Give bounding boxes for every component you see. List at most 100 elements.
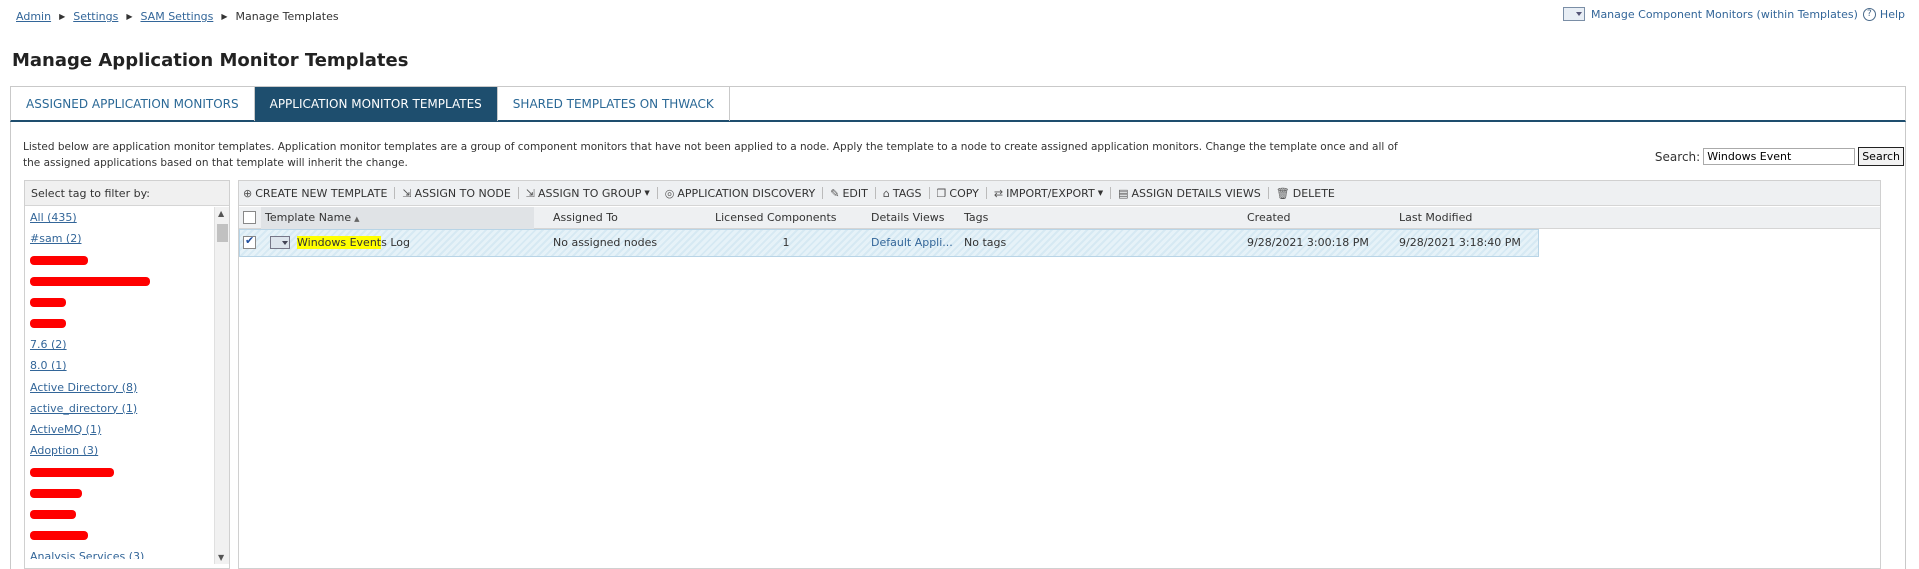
tab-bar: ASSIGNED APPLICATION MONITORS APPLICATIO… — [10, 86, 1906, 122]
tag-item[interactable]: Analysis Services (3) — [30, 546, 213, 559]
trash-icon: 🗑 — [1275, 186, 1290, 200]
redaction-mark — [30, 531, 88, 541]
assign-to-node-button[interactable]: ⇲ ASSIGN TO NODE — [402, 187, 510, 200]
redaction-mark — [30, 255, 88, 265]
tag-item-redacted[interactable] — [30, 482, 213, 503]
grid-toolbar: ⊕ CREATE NEW TEMPLATE ⇲ ASSIGN TO NODE ⇲ AS… — [239, 181, 1880, 206]
breadcrumb-admin[interactable]: Admin — [16, 10, 51, 23]
delete-label: DELETE — [1292, 186, 1335, 200]
create-new-template-button[interactable]: ⊕ CREATE NEW TEMPLATE — [243, 187, 387, 200]
breadcrumb-separator-icon: ▶ — [59, 12, 66, 21]
toolbar-divider — [394, 187, 396, 199]
help-link[interactable]: Help — [1880, 8, 1905, 21]
tag-item-redacted[interactable] — [30, 292, 213, 313]
toolbar-divider — [822, 187, 824, 199]
import-export-label: IMPORT/EXPORT — [1006, 186, 1095, 200]
application-discovery-button[interactable]: ◎ APPLICATION DISCOVERY — [665, 187, 815, 200]
tag-item-redacted[interactable] — [30, 249, 213, 270]
pencil-icon: ✎ — [830, 186, 840, 200]
assign-node-icon: ⇲ — [402, 186, 412, 200]
tag-item-redacted[interactable] — [30, 313, 213, 334]
column-last-modified[interactable]: Last Modified — [1399, 207, 1472, 229]
redaction-mark — [30, 277, 150, 287]
tab-application-monitor-templates[interactable]: APPLICATION MONITOR TEMPLATES — [254, 87, 498, 121]
component-monitor-icon[interactable] — [1562, 7, 1585, 21]
delete-button[interactable]: 🗑 DELETE — [1276, 187, 1335, 200]
tag-item[interactable]: ActiveMQ (1) — [30, 419, 213, 440]
toolbar-divider — [928, 187, 930, 199]
create-new-template-label: CREATE NEW TEMPLATE — [255, 186, 388, 200]
copy-label: COPY — [949, 186, 979, 200]
manage-component-monitors-link[interactable]: Manage Component Monitors (within Templa… — [1591, 8, 1858, 21]
tag-list-scrollbar[interactable]: ▲ ▼ — [214, 207, 229, 564]
row-checkbox[interactable] — [243, 234, 256, 249]
redaction-mark — [30, 298, 66, 308]
import-export-button[interactable]: ⇄ IMPORT/EXPORT ▼ — [994, 187, 1103, 200]
search-button[interactable]: Search — [1858, 147, 1904, 166]
breadcrumb-separator-icon: ▶ — [126, 12, 133, 21]
discovery-icon: ◎ — [664, 186, 675, 200]
tags-cell: No tags — [964, 236, 1007, 249]
scroll-up-icon[interactable]: ▲ — [218, 209, 224, 218]
tag-item[interactable]: 7.6 (2) — [30, 334, 213, 355]
details-view-icon: ▤ — [1118, 186, 1129, 200]
redaction-mark — [30, 510, 76, 520]
tab-shared-templates-on-thwack[interactable]: SHARED TEMPLATES ON THWACK — [498, 87, 730, 121]
details-views-link[interactable]: Default Appli... — [871, 230, 953, 256]
template-name-rest: s Log — [381, 236, 410, 249]
breadcrumb: Admin ▶ Settings ▶ SAM Settings ▶ Manage… — [16, 10, 339, 23]
tab-assigned-application-monitors[interactable]: ASSIGNED APPLICATION MONITORS — [11, 87, 255, 121]
tag-item-redacted[interactable] — [30, 504, 213, 525]
table-row[interactable]: Windows Events Log No assigned nodes 1 D… — [239, 229, 1539, 257]
toolbar-divider — [1110, 187, 1112, 199]
select-all-checkbox[interactable] — [243, 211, 256, 224]
tag-item[interactable]: active_directory (1) — [30, 398, 213, 419]
sort-ascending-icon: ▲ — [354, 215, 360, 223]
template-icon — [270, 236, 290, 249]
search-box: Search: Search — [1655, 147, 1904, 166]
assign-to-group-button[interactable]: ⇲ ASSIGN TO GROUP ▼ — [526, 187, 650, 200]
redaction-mark — [30, 488, 82, 498]
search-match-highlight: Windows Event — [297, 236, 382, 249]
tag-item[interactable]: All (435) — [30, 207, 213, 228]
copy-button[interactable]: ❐ COPY — [937, 187, 979, 200]
tag-item-redacted[interactable] — [30, 525, 213, 546]
search-input[interactable] — [1703, 148, 1856, 165]
tags-button[interactable]: ⌂ TAGS — [883, 187, 922, 200]
tag-item[interactable]: Active Directory (8) — [30, 377, 213, 398]
tag-item[interactable]: Adoption (3) — [30, 440, 213, 461]
page-title: Manage Application Monitor Templates — [12, 50, 409, 71]
column-template-name[interactable]: Template Name ▲ — [261, 207, 534, 229]
column-created[interactable]: Created — [1247, 207, 1291, 229]
plus-circle-icon: ⊕ — [243, 186, 253, 200]
top-links: Manage Component Monitors (within Templa… — [1562, 7, 1905, 21]
import-export-icon: ⇄ — [993, 186, 1004, 200]
application-discovery-label: APPLICATION DISCOVERY — [677, 186, 816, 200]
toolbar-divider — [1267, 187, 1269, 199]
help-icon[interactable]: ? — [1862, 7, 1876, 21]
tag-item-redacted[interactable] — [30, 271, 213, 292]
tag-filter-panel: Select tag to filter by: All (435) #sam … — [24, 180, 230, 569]
chevron-down-icon: ▼ — [1097, 189, 1104, 197]
tag-item[interactable]: #sam (2) — [30, 228, 213, 249]
column-assigned-to[interactable]: Assigned To — [553, 207, 618, 229]
column-tags[interactable]: Tags — [964, 207, 988, 229]
column-template-name-label: Template Name — [265, 211, 352, 224]
edit-button[interactable]: ✎ EDIT — [830, 187, 868, 200]
scrollbar-thumb[interactable] — [217, 224, 228, 242]
tag-item[interactable]: 8.0 (1) — [30, 355, 213, 376]
redaction-mark — [30, 467, 114, 477]
tag-item-redacted[interactable] — [30, 461, 213, 482]
breadcrumb-settings[interactable]: Settings — [73, 10, 118, 23]
created-cell: 9/28/2021 3:00:18 PM — [1247, 236, 1369, 249]
breadcrumb-current: Manage Templates — [235, 10, 339, 23]
copy-icon: ❐ — [936, 186, 947, 200]
template-name-cell[interactable]: Windows Events Log — [297, 230, 410, 256]
column-licensed-components[interactable]: Licensed Components — [715, 207, 837, 229]
templates-grid: ⊕ CREATE NEW TEMPLATE ⇲ ASSIGN TO NODE ⇲ AS… — [238, 180, 1881, 569]
breadcrumb-sam-settings[interactable]: SAM Settings — [141, 10, 214, 23]
assign-details-views-button[interactable]: ▤ ASSIGN DETAILS VIEWS — [1118, 187, 1261, 200]
licensed-components-cell: 1 — [782, 236, 790, 249]
scroll-down-icon[interactable]: ▼ — [218, 553, 224, 562]
column-details-views[interactable]: Details Views — [871, 207, 944, 229]
